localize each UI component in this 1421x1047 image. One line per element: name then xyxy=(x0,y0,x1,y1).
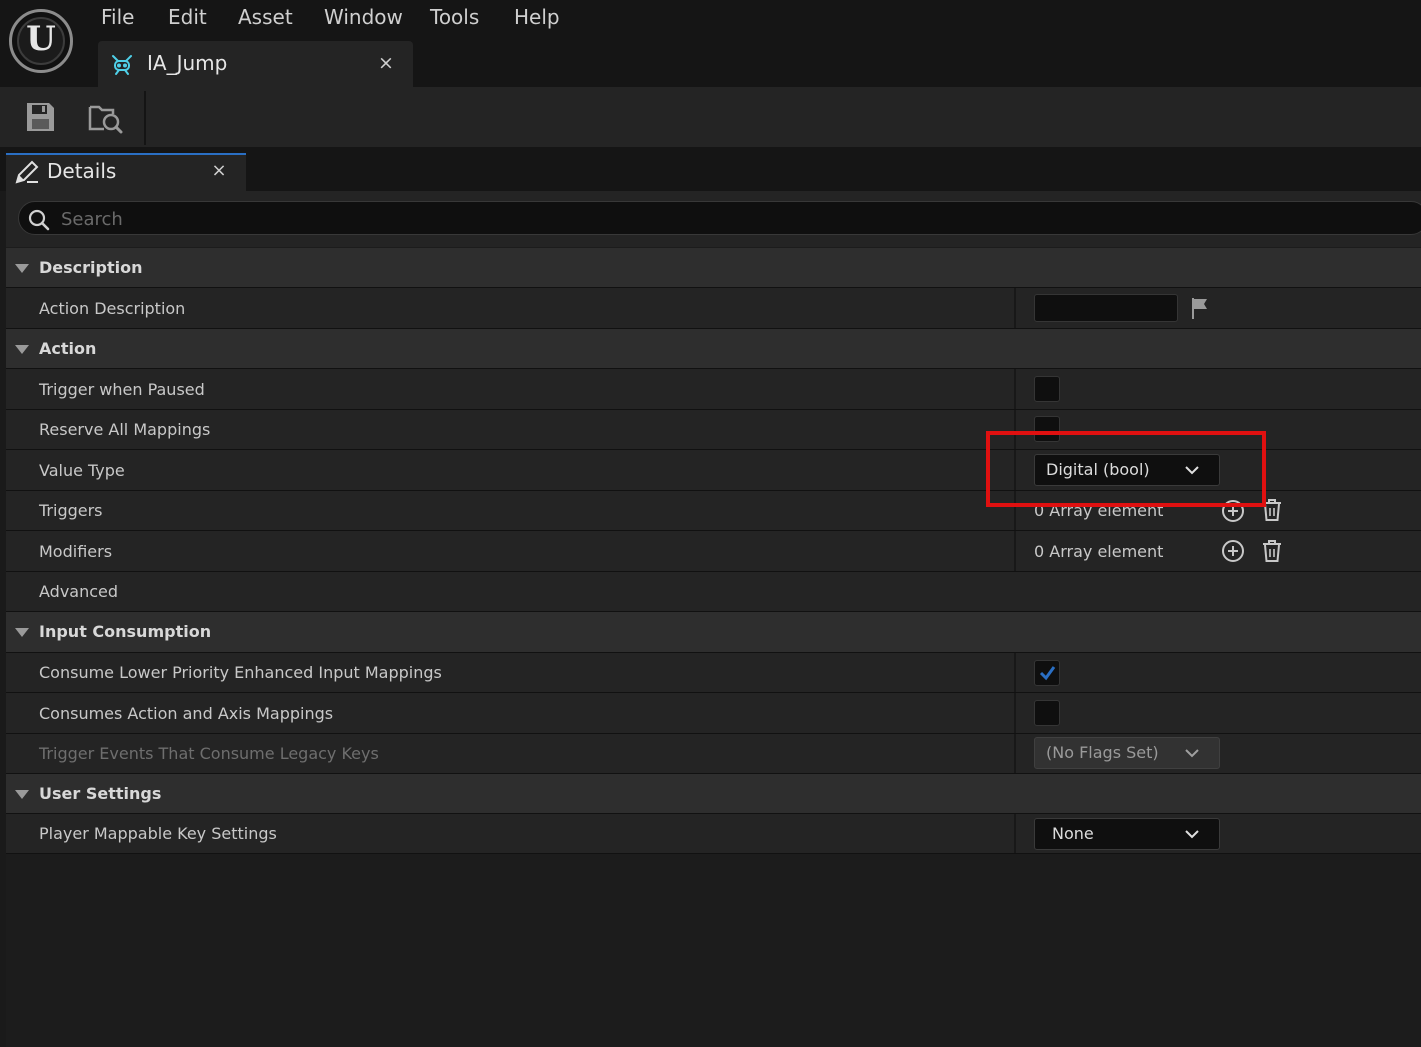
save-icon[interactable] xyxy=(22,99,58,135)
logo-letter: U xyxy=(26,19,56,59)
trigger-when-paused-checkbox[interactable] xyxy=(1034,376,1060,402)
category-description[interactable]: Description xyxy=(6,248,1421,288)
category-label: Input Consumption xyxy=(39,622,212,641)
player-mappable-dropdown[interactable]: None xyxy=(1034,818,1220,850)
search-icon xyxy=(28,209,50,231)
toolbar-separator xyxy=(144,91,146,145)
column-divider[interactable] xyxy=(1014,288,1016,328)
highlight-annotation xyxy=(986,431,1266,507)
checkmark-icon xyxy=(1039,666,1056,681)
property-label: Triggers xyxy=(39,501,103,520)
category-label: Description xyxy=(39,258,143,277)
property-label: Advanced xyxy=(39,582,119,601)
property-row-trigger-events-legacy: Trigger Events That Consume Legacy Keys … xyxy=(6,734,1421,774)
property-row-player-mappable: Player Mappable Key Settings None xyxy=(6,814,1421,854)
input-action-icon xyxy=(112,55,132,75)
document-tab-label: IA_Jump xyxy=(147,51,228,75)
property-label: Trigger when Paused xyxy=(39,380,205,399)
category-user-settings[interactable]: User Settings xyxy=(6,774,1421,814)
search-box[interactable] xyxy=(18,201,1421,235)
unreal-logo-icon[interactable]: U xyxy=(9,9,73,73)
close-details-button[interactable]: × xyxy=(209,158,229,184)
close-tab-button[interactable]: × xyxy=(376,51,396,75)
details-tab[interactable]: Details × xyxy=(6,153,246,191)
menu-tools[interactable]: Tools xyxy=(430,4,479,30)
category-action[interactable]: Action xyxy=(6,329,1421,369)
property-row-modifiers: Modifiers 0 Array element xyxy=(6,531,1421,572)
category-label: Action xyxy=(39,339,97,358)
menu-asset[interactable]: Asset xyxy=(238,4,293,30)
consumes-action-axis-checkbox[interactable] xyxy=(1034,700,1060,726)
browse-to-asset-icon[interactable] xyxy=(87,99,123,135)
trigger-events-dropdown: (No Flags Set) xyxy=(1034,737,1220,769)
category-input-consumption[interactable]: Input Consumption xyxy=(6,612,1421,653)
property-label: Modifiers xyxy=(39,542,113,561)
document-tab-ia-jump[interactable]: IA_Jump × xyxy=(98,41,413,87)
expand-arrow-icon[interactable] xyxy=(15,345,29,354)
consume-lower-priority-checkbox[interactable] xyxy=(1034,660,1060,686)
pencil-icon xyxy=(15,160,39,184)
property-label: Value Type xyxy=(39,461,125,480)
property-row-advanced[interactable]: Advanced xyxy=(6,572,1421,612)
menu-help[interactable]: Help xyxy=(514,4,560,30)
action-description-field[interactable] xyxy=(1034,294,1178,322)
property-row-trigger-when-paused: Trigger when Paused xyxy=(6,369,1421,410)
property-row-consume-lower-priority: Consume Lower Priority Enhanced Input Ma… xyxy=(6,653,1421,693)
dropdown-value: (No Flags Set) xyxy=(1046,743,1159,762)
asset-toolbar xyxy=(0,87,1421,147)
dropdown-value: None xyxy=(1052,824,1094,843)
trash-icon[interactable] xyxy=(1261,539,1283,563)
chevron-down-icon xyxy=(1185,830,1199,839)
localization-flag-icon[interactable] xyxy=(1189,296,1211,320)
menu-file[interactable]: File xyxy=(101,4,134,30)
expand-arrow-icon[interactable] xyxy=(15,628,29,637)
expand-arrow-icon[interactable] xyxy=(15,264,29,273)
column-divider[interactable] xyxy=(1014,693,1016,733)
property-label: Player Mappable Key Settings xyxy=(39,824,277,843)
property-label: Consumes Action and Axis Mappings xyxy=(39,704,334,723)
property-label: Trigger Events That Consume Legacy Keys xyxy=(39,744,379,763)
search-input[interactable] xyxy=(59,204,663,234)
add-element-icon[interactable] xyxy=(1220,538,1246,564)
column-divider[interactable] xyxy=(1014,531,1016,571)
details-tab-label: Details xyxy=(47,159,117,183)
property-label: Reserve All Mappings xyxy=(39,420,211,439)
menu-window[interactable]: Window xyxy=(324,4,403,30)
expand-arrow-icon[interactable] xyxy=(15,790,29,799)
property-row-action-description: Action Description xyxy=(6,288,1421,329)
chevron-down-icon xyxy=(1185,749,1199,758)
column-divider[interactable] xyxy=(1014,814,1016,853)
category-label: User Settings xyxy=(39,784,162,803)
property-row-consumes-action-axis: Consumes Action and Axis Mappings xyxy=(6,693,1421,734)
menu-edit[interactable]: Edit xyxy=(168,4,207,30)
title-bar: U File Edit Asset Window Tools Help IA_J… xyxy=(0,0,1421,87)
property-label: Action Description xyxy=(39,299,186,318)
column-divider[interactable] xyxy=(1014,369,1016,409)
property-label: Consume Lower Priority Enhanced Input Ma… xyxy=(39,663,442,682)
column-divider[interactable] xyxy=(1014,653,1016,692)
column-divider[interactable] xyxy=(1014,734,1016,773)
array-count: 0 Array element xyxy=(1034,542,1164,561)
